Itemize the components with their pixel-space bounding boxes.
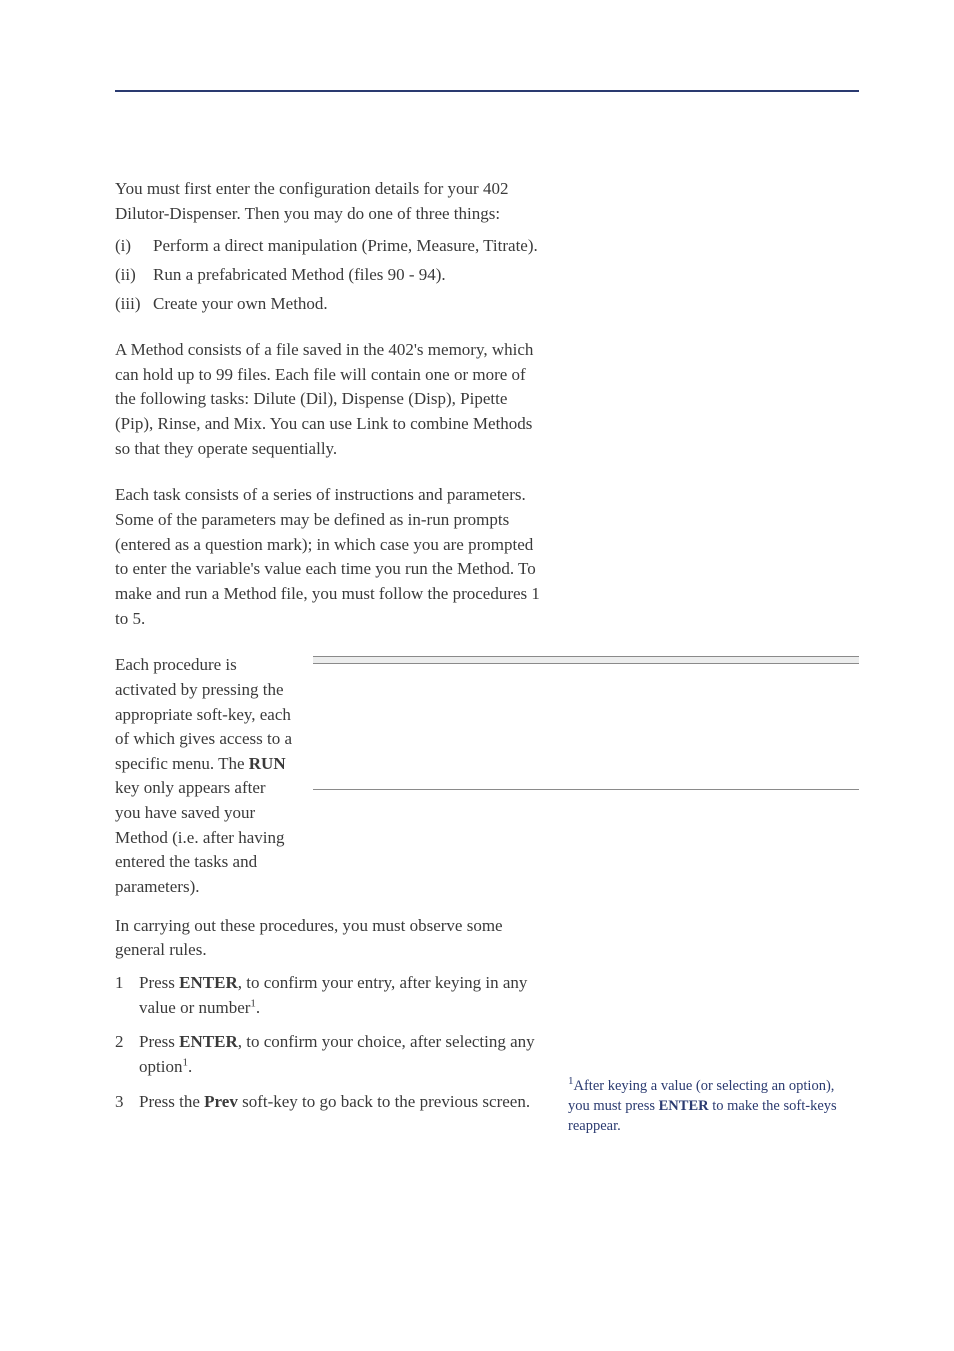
list-text: Create your own Method. [153,292,545,317]
rule-item: 3 Press the Prev soft-key to go back to … [115,1090,545,1115]
top-rule [115,90,859,92]
procedure-text: Each procedure is activated by pressing … [115,653,295,899]
rule-number: 2 [115,1030,139,1079]
footnote: 1After keying a value (or selecting an o… [568,1074,858,1137]
list-text: Perform a direct manipulation (Prime, Me… [153,234,545,259]
footnote-bold: ENTER [659,1098,709,1114]
rule-text-post: . [256,998,260,1017]
task-paragraph: Each task consists of a series of instru… [115,483,545,631]
rule-text-mid: soft-key to go back to the previous scre… [238,1092,530,1111]
run-keyword: RUN [249,754,286,773]
figure-bar-top [313,656,859,664]
figure-placeholder [313,653,859,790]
list-marker: (i) [115,234,153,259]
list-text: Run a prefabricated Method (files 90 - 9… [153,263,545,288]
rule-text-pre: Press [139,973,179,992]
main-column: You must first enter the configuration d… [115,177,545,631]
method-paragraph: A Method consists of a file saved in the… [115,338,545,461]
procedure-row: Each procedure is activated by pressing … [115,653,859,899]
intro-paragraph: You must first enter the configuration d… [115,177,545,226]
list-item: (ii) Run a prefabricated Method (files 9… [115,263,545,288]
carry-out-paragraph: In carrying out these procedures, you mu… [115,914,545,963]
rule-item: 1 Press ENTER, to confirm your entry, af… [115,971,545,1020]
rule-text-bold: Prev [204,1092,238,1111]
rules-column: In carrying out these procedures, you mu… [115,914,545,1114]
rule-number: 3 [115,1090,139,1115]
list-item: (i) Perform a direct manipulation (Prime… [115,234,545,259]
rule-text-pre: Press [139,1032,179,1051]
rule-text-pre: Press the [139,1092,204,1111]
rule-text-bold: ENTER [179,973,238,992]
rule-text: Press ENTER, to confirm your choice, aft… [139,1030,545,1079]
document-page: You must first enter the configuration d… [0,0,954,1351]
figure-divider [313,789,859,790]
roman-list: (i) Perform a direct manipulation (Prime… [115,234,545,316]
rule-number: 1 [115,971,139,1020]
rule-text: Press the Prev soft-key to go back to th… [139,1090,545,1115]
rule-text-post: . [188,1057,192,1076]
list-marker: (iii) [115,292,153,317]
procedure-text-b: key only appears after you have saved yo… [115,778,284,896]
rule-text-bold: ENTER [179,1032,238,1051]
list-item: (iii) Create your own Method. [115,292,545,317]
rule-text: Press ENTER, to confirm your entry, afte… [139,971,545,1020]
list-marker: (ii) [115,263,153,288]
rule-item: 2 Press ENTER, to confirm your choice, a… [115,1030,545,1079]
